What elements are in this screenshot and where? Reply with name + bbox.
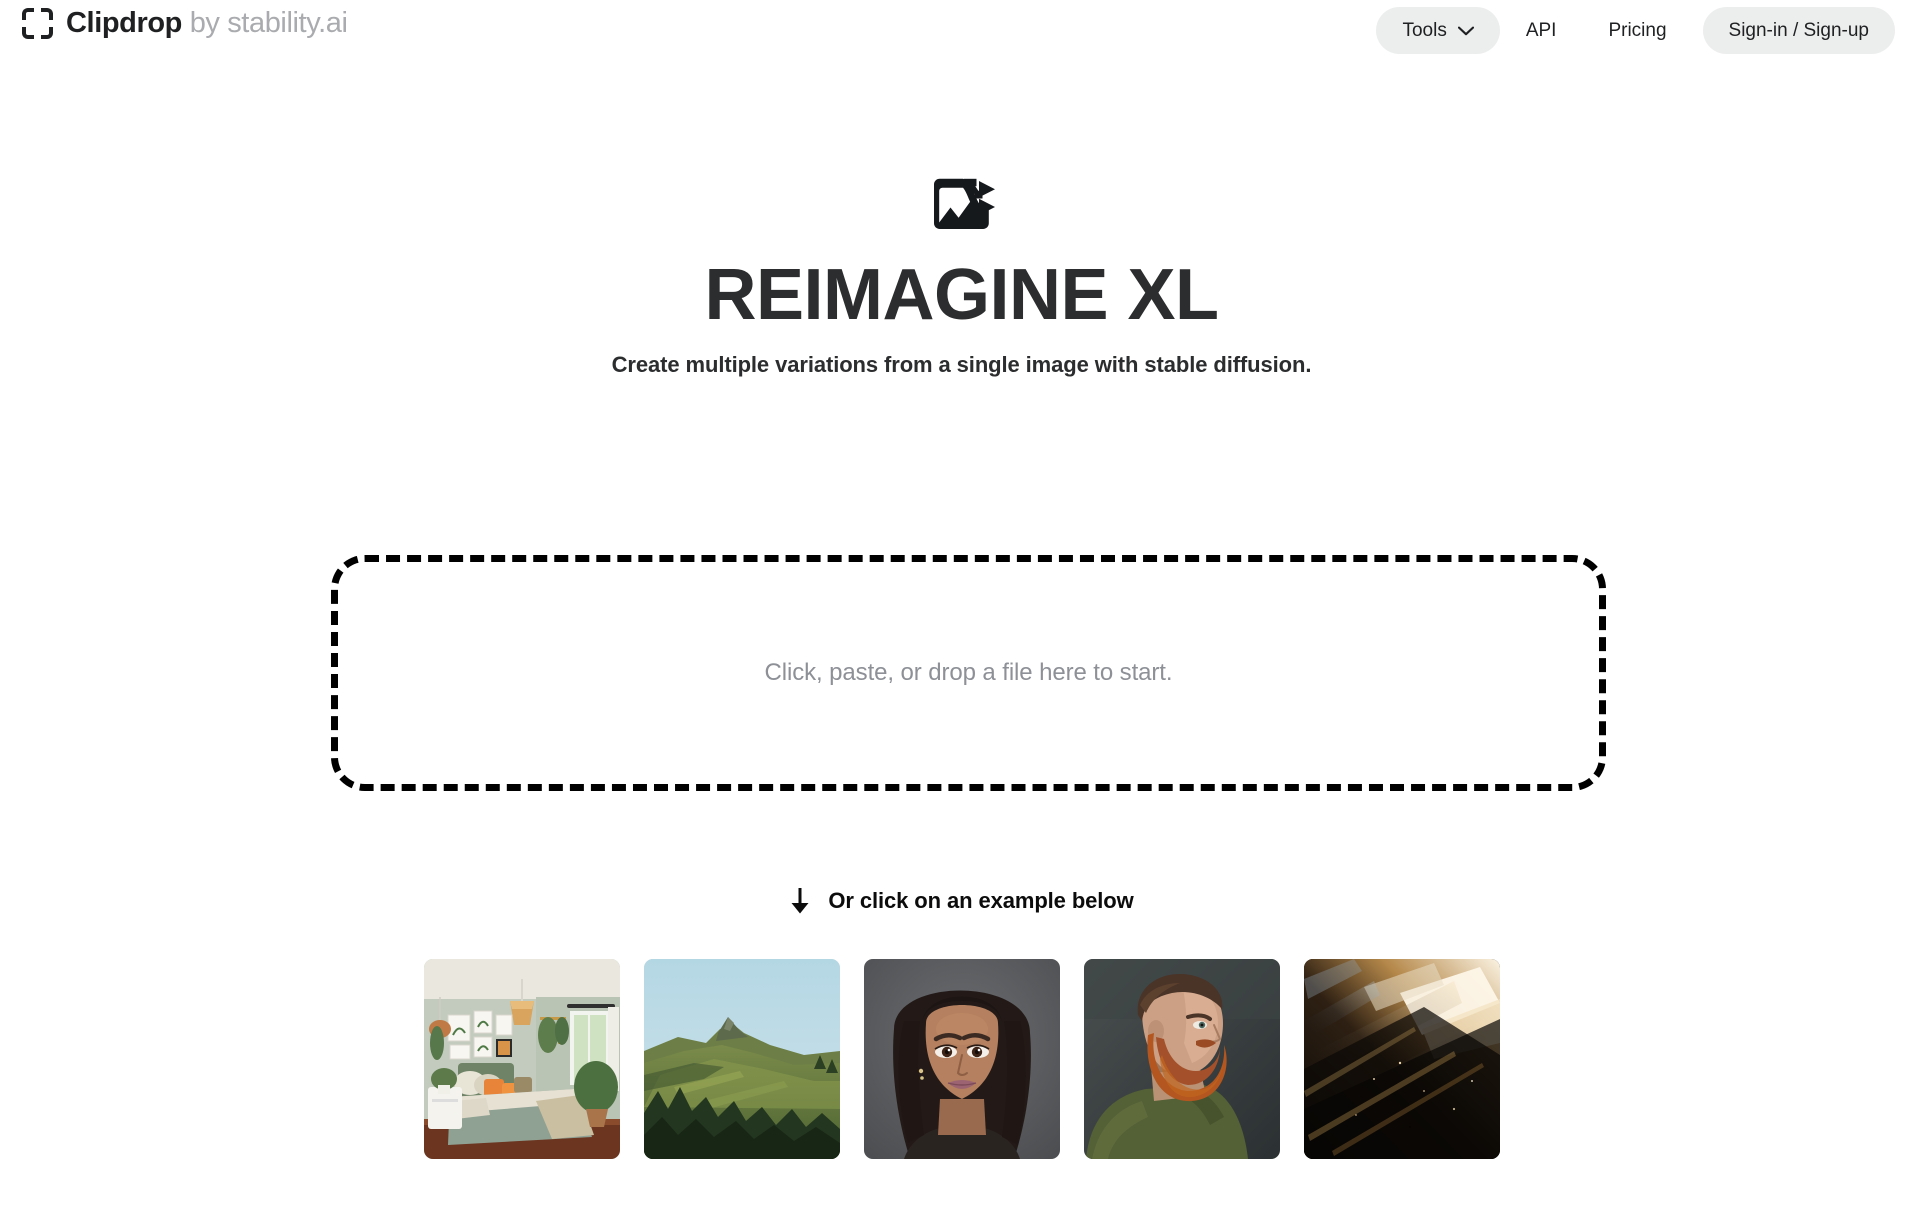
- page-title: REIMAGINE XL: [704, 255, 1219, 335]
- nav-signin-signup-button[interactable]: Sign-in / Sign-up: [1702, 7, 1895, 54]
- main-navigation: Tools API Pricing Sign-in / Sign-up: [1376, 7, 1895, 54]
- site-header: Clipdrop by stability.ai Tools API Prici…: [0, 0, 1923, 70]
- nav-signin-signup-label: Sign-in / Sign-up: [1728, 20, 1869, 41]
- page-subtitle: Create multiple variations from a single…: [611, 351, 1312, 377]
- brand-logo-link[interactable]: Clipdrop by stability.ai: [22, 8, 348, 39]
- nav-pricing-label: Pricing: [1608, 20, 1667, 41]
- example-thumbnail-woman-portrait[interactable]: [863, 959, 1060, 1159]
- dropzone-placeholder-text: Click, paste, or drop a file here to sta…: [764, 659, 1173, 686]
- examples-label-text: Or click on an example below: [828, 888, 1134, 913]
- nav-tools-button[interactable]: Tools: [1376, 7, 1500, 54]
- brand-name: Clipdrop: [66, 7, 183, 39]
- chevron-down-icon: [1457, 26, 1474, 36]
- file-dropzone[interactable]: Click, paste, or drop a file here to sta…: [331, 555, 1606, 791]
- examples-label: Or click on an example below: [0, 887, 1923, 915]
- nav-tools-label: Tools: [1402, 20, 1447, 41]
- clipdrop-brackets-logo-icon: [22, 8, 53, 39]
- brand-partner: stability.ai: [227, 7, 348, 39]
- brand-by: by: [189, 7, 220, 39]
- example-thumbnail-bedroom-interior[interactable]: [423, 959, 620, 1159]
- nav-pricing-link[interactable]: Pricing: [1582, 7, 1692, 54]
- image-shuffle-icon: [933, 178, 995, 229]
- nav-api-link[interactable]: API: [1500, 7, 1583, 54]
- example-thumbnails-row: [0, 959, 1923, 1159]
- nav-api-label: API: [1525, 20, 1557, 41]
- brand-wordmark: Clipdrop by stability.ai: [66, 9, 348, 38]
- arrow-down-icon: [791, 888, 809, 914]
- example-thumbnail-abstract-light-streaks[interactable]: [1303, 959, 1500, 1159]
- hero-section: REIMAGINE XL Create multiple variations …: [0, 178, 1923, 378]
- example-thumbnail-bearded-man-portrait[interactable]: [1083, 959, 1280, 1159]
- example-thumbnail-mountain-landscape[interactable]: [643, 959, 840, 1159]
